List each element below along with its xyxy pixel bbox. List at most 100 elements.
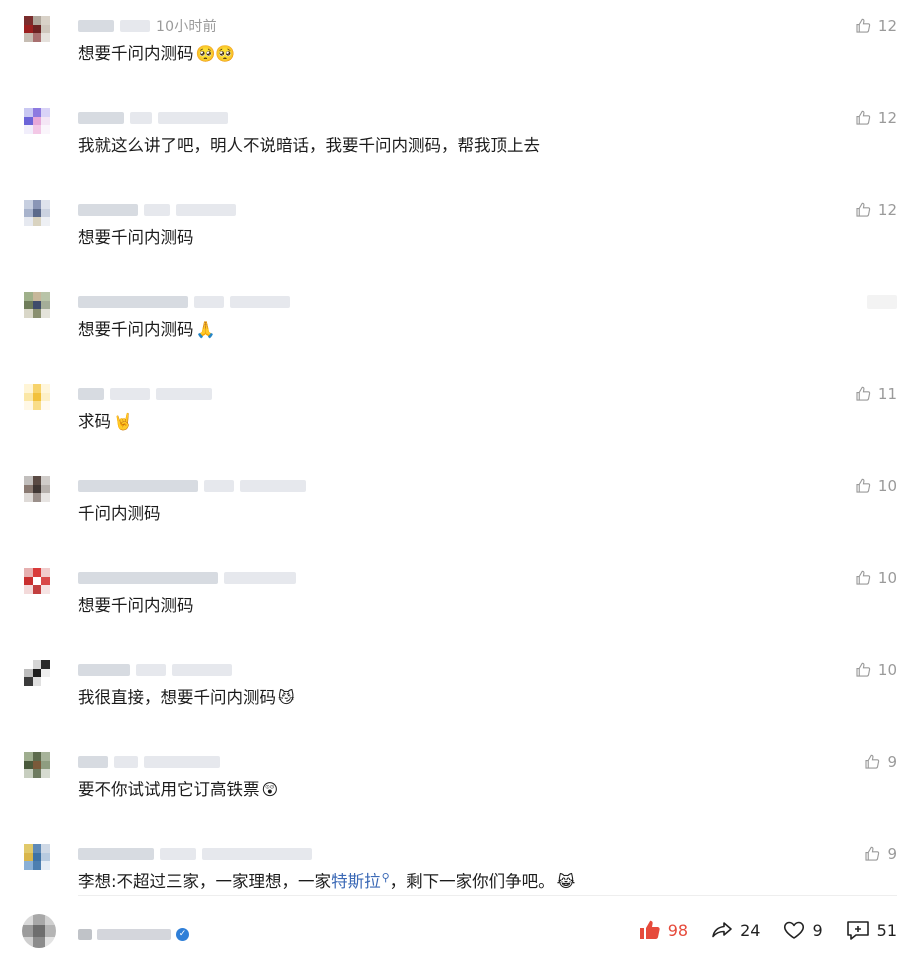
location-blurred: [194, 296, 224, 308]
avatar[interactable]: [24, 16, 50, 42]
comment-item: 想要千问内测码 12: [0, 198, 917, 290]
comment-emoji: 😲: [261, 780, 279, 799]
username-blurred[interactable]: [78, 296, 188, 308]
share-count: 24: [740, 920, 761, 940]
heart-icon: [784, 921, 805, 939]
thumb-up-icon: [639, 920, 660, 939]
comment-meta: [78, 842, 312, 866]
username-blurred[interactable]: [78, 204, 138, 216]
comment-text: 我很直接，想要千问内测码 😼: [78, 684, 295, 708]
search-icon[interactable]: ⚲: [382, 871, 390, 884]
comment-count: 51: [876, 920, 897, 940]
like-count: 10: [877, 661, 897, 679]
comment-item: 想要千问内测码 🙏: [0, 290, 917, 382]
author-name-blurred: [78, 929, 92, 940]
thumb-up-icon: [856, 202, 871, 217]
like-button[interactable]: 9: [863, 750, 897, 774]
like-count-blurred: [867, 295, 897, 309]
location-blurred: [114, 756, 138, 768]
avatar[interactable]: [24, 108, 50, 134]
like-button[interactable]: 12: [854, 106, 897, 130]
username-blurred[interactable]: [78, 480, 198, 492]
avatar[interactable]: [24, 752, 50, 778]
like-button[interactable]: 9: [863, 842, 897, 866]
time-blurred: [172, 664, 232, 676]
comment-meta: [78, 474, 306, 498]
comment-plus-icon: [846, 921, 869, 940]
comment-text: 想要千问内测码 🥺🥺: [78, 40, 235, 64]
comment-text: 要不你试试用它订高铁票 😲: [78, 776, 278, 800]
like-count: 10: [877, 477, 897, 495]
time-blurred: [176, 204, 236, 216]
comment-item: 10小时前 想要千问内测码 🥺🥺 12: [0, 14, 917, 106]
thumb-up-icon: [856, 110, 871, 125]
post-action-bar: ✓ 98 24 9 51: [0, 896, 917, 967]
comment-text: 李想:不超过三家，一家理想，一家特斯拉⚲，剩下一家你们争吧。 😹: [78, 868, 575, 892]
comment-text: 求码 🤘: [78, 408, 133, 432]
username-blurred[interactable]: [78, 112, 124, 124]
comment-meta: 10小时前: [78, 14, 217, 38]
search-link[interactable]: 特斯拉: [331, 872, 381, 891]
avatar[interactable]: [24, 844, 50, 870]
comment-emoji: 🤘: [113, 412, 133, 431]
like-button[interactable]: [867, 290, 897, 314]
like-count: 9: [887, 845, 897, 863]
avatar[interactable]: [24, 384, 50, 410]
share-button[interactable]: 24: [710, 918, 760, 942]
avatar[interactable]: [24, 476, 50, 502]
username-blurred[interactable]: [78, 572, 218, 584]
avatar[interactable]: [24, 568, 50, 594]
comment-text: 我就这么讲了吧，明人不说暗话，我要千问内测码，帮我顶上去: [78, 136, 540, 155]
thumb-up-icon: [856, 662, 871, 677]
comment-meta: [78, 198, 236, 222]
comment-text-content: 想要千问内测码: [78, 320, 194, 339]
location-blurred: [204, 480, 234, 492]
comment-text: 想要千问内测码 🙏: [78, 316, 215, 340]
like-count: 12: [877, 17, 897, 35]
comment-meta: [78, 106, 228, 130]
comment-item: 求码 🤘 11: [0, 382, 917, 474]
comment-emoji: 😼: [278, 688, 295, 707]
comment-meta: [78, 566, 296, 590]
comment-item: 我就这么讲了吧，明人不说暗话，我要千问内测码，帮我顶上去 12: [0, 106, 917, 198]
like-count: 11: [877, 385, 897, 403]
like-button[interactable]: 12: [854, 14, 897, 38]
avatar[interactable]: [24, 660, 50, 686]
time-blurred: [240, 480, 306, 492]
comment-button[interactable]: 51: [845, 918, 897, 942]
comment-item: 想要千问内测码 10: [0, 566, 917, 658]
author-name[interactable]: ✓: [78, 928, 189, 941]
username-blurred[interactable]: [78, 388, 104, 400]
like-button[interactable]: 10: [854, 474, 897, 498]
comment-emoji: 🙏: [195, 320, 216, 339]
avatar[interactable]: [24, 200, 50, 226]
comment-meta: [78, 658, 232, 682]
comment-meta: [78, 290, 290, 314]
comment-text: 千问内测码: [78, 504, 161, 523]
username-blurred[interactable]: [78, 664, 130, 676]
comment-text-part: 李想:不超过三家，一家理想，一家: [78, 872, 332, 891]
author-name-blurred: [97, 929, 171, 940]
favorite-button[interactable]: 9: [782, 918, 823, 942]
like-button[interactable]: 12: [854, 198, 897, 222]
like-button[interactable]: 10: [854, 566, 897, 590]
avatar[interactable]: [24, 292, 50, 318]
like-count: 12: [877, 201, 897, 219]
comment-text: 想要千问内测码: [78, 596, 194, 615]
like-button[interactable]: 10: [854, 658, 897, 682]
thumb-up-icon: [865, 754, 880, 769]
comment-text-content: 想要千问内测码: [78, 44, 194, 63]
time-blurred: [156, 388, 212, 400]
comment-meta: [78, 750, 220, 774]
username-blurred[interactable]: [78, 756, 108, 768]
comment-text: 想要千问内测码: [78, 228, 194, 247]
comment-text-content: 求码: [78, 412, 111, 431]
username-blurred[interactable]: [78, 848, 154, 860]
like-button[interactable]: 11: [854, 382, 897, 406]
comment-time: 10小时前: [156, 19, 217, 35]
location-blurred: [110, 388, 150, 400]
author-avatar[interactable]: [22, 914, 56, 948]
username-blurred[interactable]: [78, 20, 114, 32]
like-action-button[interactable]: 98: [638, 918, 688, 942]
comment-item: 李想:不超过三家，一家理想，一家特斯拉⚲，剩下一家你们争吧。 😹 9: [0, 842, 917, 895]
